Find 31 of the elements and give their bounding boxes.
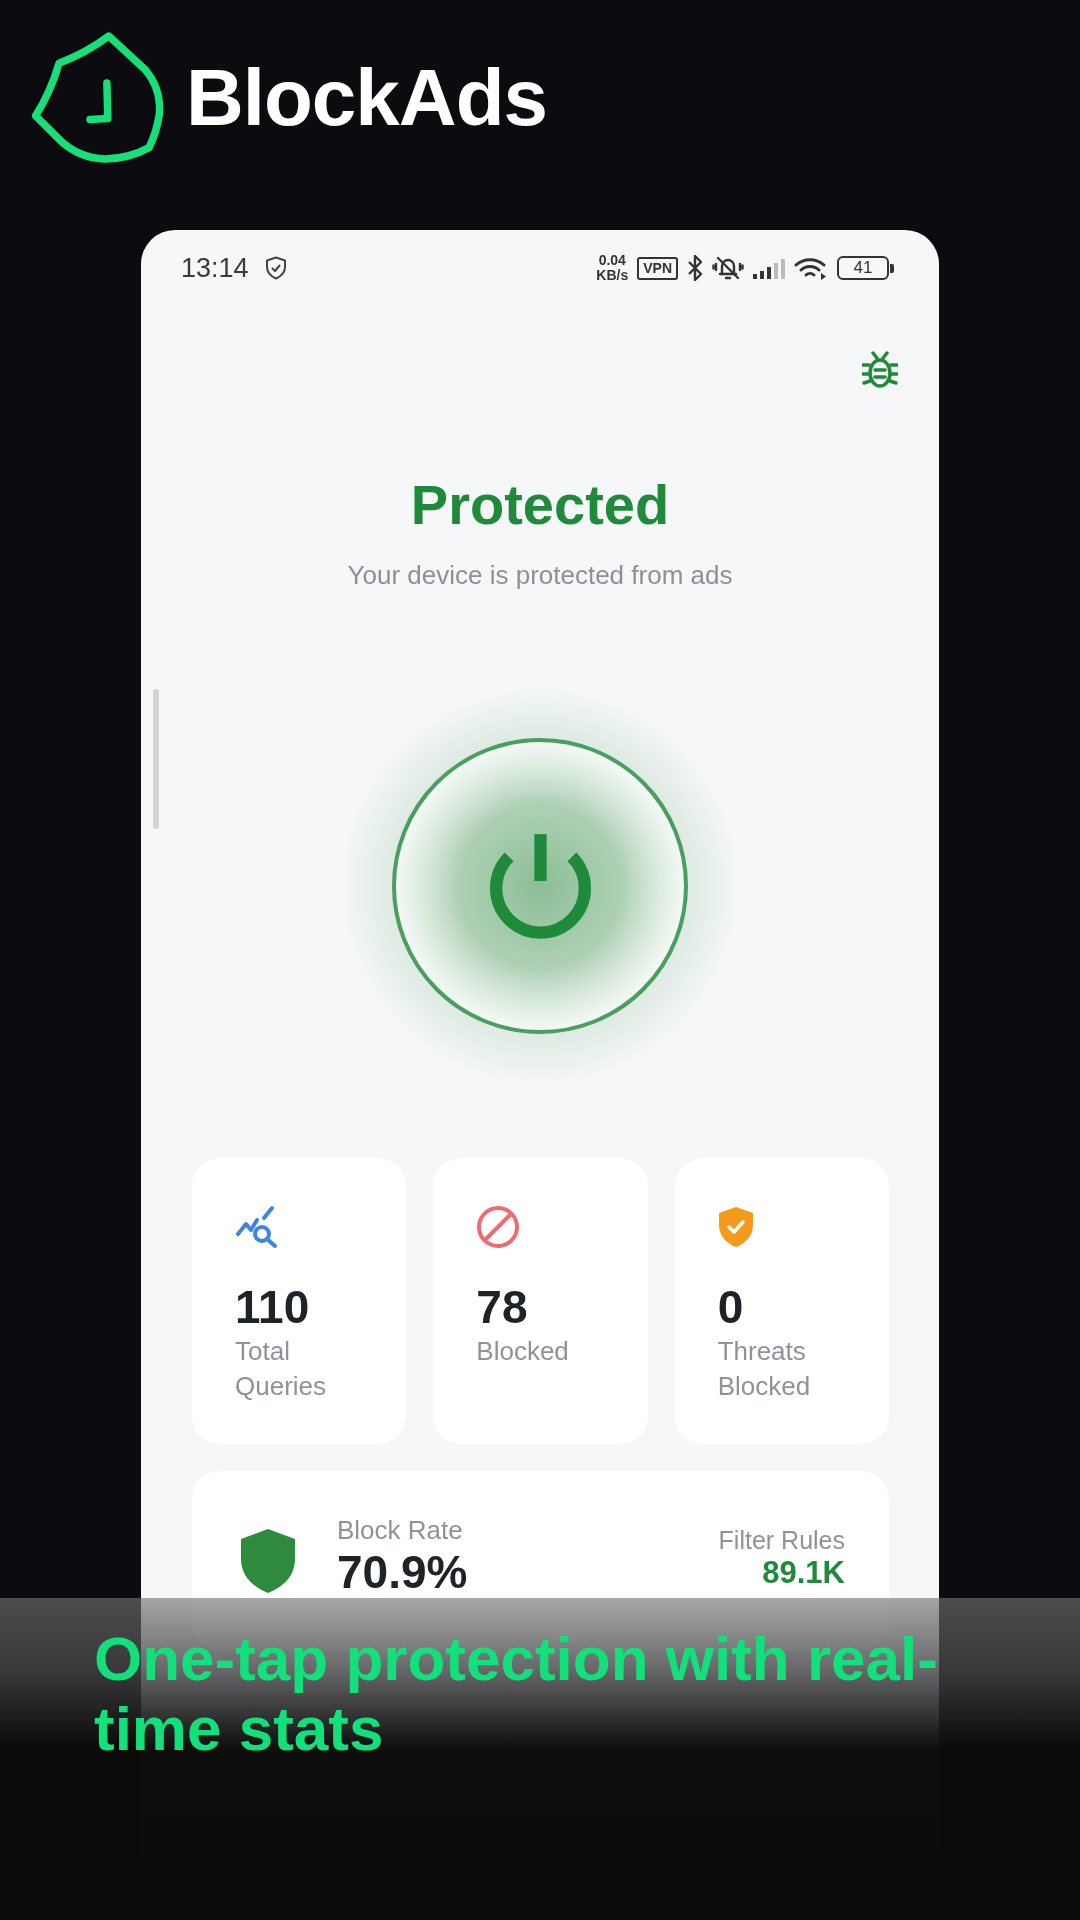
debug-button[interactable] [862, 351, 898, 389]
battery-indicator: 41 [837, 256, 894, 280]
shield-icon [264, 256, 287, 280]
app-name: BlockAds [186, 52, 547, 143]
power-icon [489, 833, 591, 939]
signal-icon [753, 257, 785, 279]
stat-label: Threats Blocked [717, 1335, 812, 1403]
status-title: Protected [409, 472, 671, 538]
stat-value: 78 [476, 1280, 529, 1334]
stat-label: Total Queries [235, 1335, 328, 1403]
network-speed-unit: KB/s [596, 268, 629, 283]
stat-value: 0 [717, 1280, 745, 1334]
shield-icon [241, 1529, 295, 1593]
filter-rules-value: 89.1K [762, 1555, 845, 1591]
shield-check-icon [717, 1206, 754, 1248]
stat-value: 110 [235, 1280, 311, 1334]
caption-text: One-tap protection with real-time stats [94, 1624, 939, 1764]
bluetooth-icon [687, 255, 703, 281]
filter-rules-label: Filter Rules [718, 1525, 845, 1555]
stat-label: Blocked [476, 1335, 570, 1368]
block-rate-label: Block Rate [337, 1514, 464, 1546]
muted-bell-icon [712, 255, 744, 281]
wifi-icon [794, 256, 828, 280]
status-time: 13:14 [181, 253, 249, 283]
bug-icon [862, 351, 898, 389]
status-subtitle: Your device is protected from ads [346, 559, 734, 591]
prohibited-icon [476, 1205, 521, 1249]
network-speed-value: 0.04 [598, 253, 626, 268]
shield-clock-icon [30, 30, 165, 165]
block-rate-value: 70.9% [337, 1546, 468, 1598]
vpn-badge: VPN [637, 256, 678, 280]
